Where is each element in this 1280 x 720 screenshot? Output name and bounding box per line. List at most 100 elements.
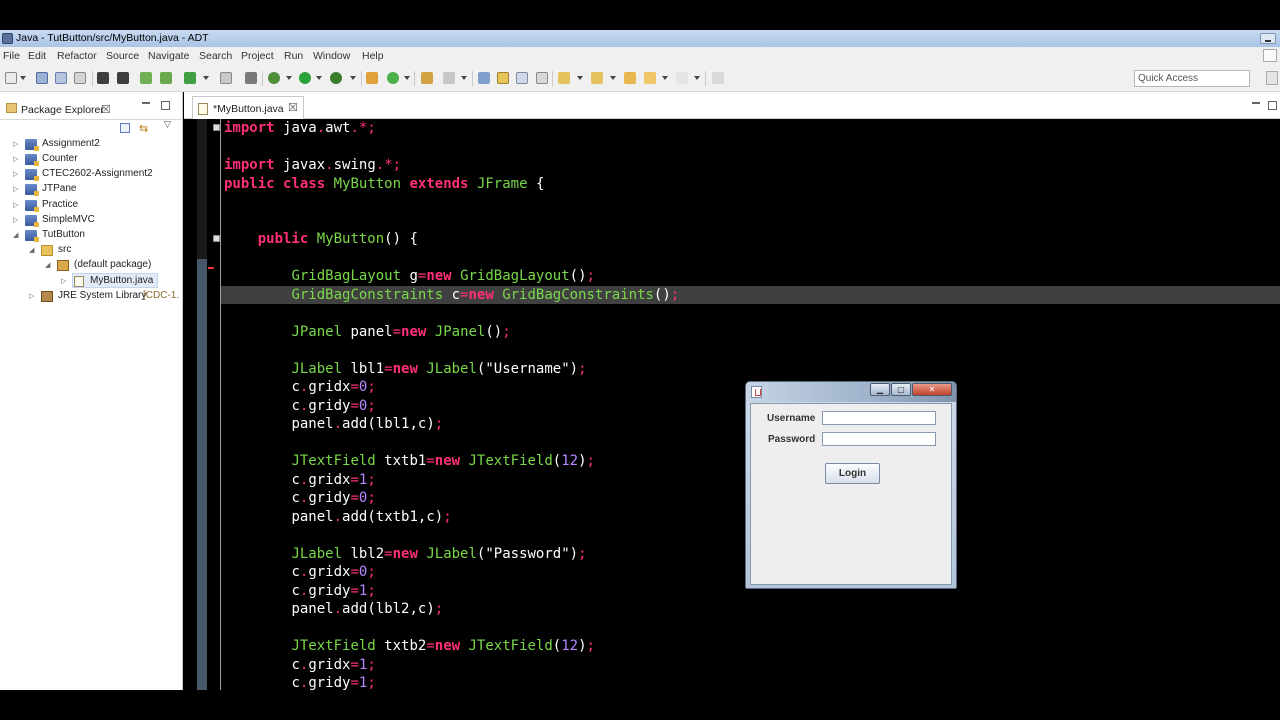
swing-close-button[interactable]: ✕ [912, 383, 952, 396]
code-line[interactable]: import javax.swing.*; [224, 156, 401, 174]
tree-item-jre-system-library[interactable]: ▷ JRE System Library [CDC-1. [0, 289, 183, 304]
expand-arrow-icon[interactable]: ▷ [13, 140, 18, 148]
check-icon[interactable] [184, 72, 196, 84]
forward-icon[interactable] [676, 72, 688, 84]
menu-navigate[interactable]: Navigate [148, 50, 189, 62]
maximize-editor-button[interactable] [1268, 101, 1277, 110]
expand-arrow-icon[interactable]: ▷ [13, 155, 18, 163]
password-field[interactable] [822, 432, 936, 446]
tree-item-practice[interactable]: ▷ Practice [0, 198, 180, 213]
last-edit-location-icon[interactable] [624, 72, 636, 84]
minimize-editor-button[interactable] [1252, 102, 1260, 104]
previous-annotation-icon[interactable] [591, 72, 603, 84]
mark-occurrences-icon[interactable] [497, 72, 509, 84]
expand-arrow-icon[interactable]: ▷ [13, 201, 18, 209]
collapse-all-icon[interactable] [120, 123, 130, 133]
open-type-icon[interactable] [421, 72, 433, 84]
menu-refactor[interactable]: Refactor [57, 50, 97, 62]
code-line[interactable]: c.gridx=1; [224, 471, 375, 489]
minimize-view-button[interactable] [142, 102, 150, 104]
code-line[interactable]: JLabel lbl1=new JLabel("Username"); [224, 360, 586, 378]
expand-arrow-icon[interactable]: ▷ [61, 277, 66, 285]
save-all-icon[interactable] [55, 72, 67, 84]
code-line[interactable]: JLabel lbl2=new JLabel("Password"); [224, 545, 586, 563]
menu-search[interactable]: Search [199, 50, 232, 62]
avd-manager-icon[interactable] [160, 72, 172, 84]
code-line[interactable]: import java.awt.*; [224, 119, 376, 137]
pin-editor-icon[interactable] [712, 72, 724, 84]
lint-icon[interactable] [220, 72, 232, 84]
code-line[interactable]: panel.add(lbl2,c); [224, 600, 443, 618]
tree-item-counter[interactable]: ▷ Counter [0, 152, 180, 167]
code-line[interactable]: public MyButton() { [224, 230, 418, 248]
code-line[interactable]: panel.add(lbl1,c); [224, 415, 443, 433]
swing-minimize-button[interactable]: ▁ [870, 383, 890, 396]
code-line[interactable]: c.gridy=1; [224, 582, 375, 600]
dropdown-arrow-icon[interactable] [404, 76, 410, 80]
tree-item-ctec2602-assignment2[interactable]: ▷ CTEC2602-Assignment2 [0, 167, 180, 182]
code-line[interactable]: c.gridy=0; [224, 397, 375, 415]
fold-toggle-icon[interactable] [213, 235, 220, 242]
upload-icon[interactable] [97, 72, 109, 84]
expand-arrow-icon[interactable]: ▷ [29, 292, 34, 300]
link-with-editor-icon[interactable]: ⇆ [139, 122, 148, 135]
tree-item-default-package[interactable]: ◢ (default package) [0, 258, 180, 273]
next-annotation-icon[interactable] [558, 72, 570, 84]
menu-file[interactable]: File [3, 50, 20, 62]
dropdown-arrow-icon[interactable] [350, 76, 356, 80]
toggle-breadcrumb-icon[interactable] [478, 72, 490, 84]
scroll-indicator[interactable] [197, 259, 207, 690]
menu-project[interactable]: Project [241, 50, 274, 62]
menu-window[interactable]: Window [313, 50, 350, 62]
code-line[interactable]: public class MyButton extends JFrame { [224, 175, 544, 193]
close-icon[interactable]: ☒ [101, 103, 111, 116]
menu-source[interactable]: Source [106, 50, 139, 62]
code-line[interactable]: c.gridx=0; [224, 378, 375, 396]
collapse-arrow-icon[interactable]: ◢ [29, 246, 34, 254]
dropdown-arrow-icon[interactable] [610, 76, 616, 80]
print-icon[interactable] [74, 72, 86, 84]
code-line[interactable]: GridBagLayout g=new GridBagLayout(); [224, 267, 595, 285]
fold-toggle-icon[interactable] [213, 124, 220, 131]
run-external-icon[interactable] [330, 72, 342, 84]
dropdown-arrow-icon[interactable] [662, 76, 668, 80]
dropdown-arrow-icon[interactable] [461, 76, 467, 80]
android-sdk-icon[interactable] [140, 72, 152, 84]
view-menu-icon[interactable]: ▽ [164, 120, 171, 130]
code-line[interactable]: JPanel panel=new JPanel(); [224, 323, 510, 341]
code-line[interactable]: c.gridx=0; [224, 563, 375, 581]
search-icon[interactable] [443, 72, 455, 84]
username-field[interactable] [822, 411, 936, 425]
show-whitespace-icon[interactable] [536, 72, 548, 84]
tab-mybutton-java[interactable]: *MyButton.java ☒ [192, 96, 304, 119]
menu-help[interactable]: Help [362, 50, 384, 62]
code-line[interactable]: panel.add(txtb1,c); [224, 508, 451, 526]
code-editor[interactable]: import java.awt.*; import javax.swing.*; p… [184, 119, 1280, 691]
tools-icon[interactable] [245, 72, 257, 84]
code-line[interactable]: c.gridy=0; [224, 489, 375, 507]
back-icon[interactable] [644, 72, 656, 84]
dropdown-arrow-icon[interactable] [694, 76, 700, 80]
tree-item-src[interactable]: ◢ src [0, 243, 180, 258]
dropdown-arrow-icon[interactable] [577, 76, 583, 80]
dropdown-arrow-icon[interactable] [286, 76, 292, 80]
dropdown-arrow-icon[interactable] [203, 76, 209, 80]
tree-item-assignment2[interactable]: ▷ Assignment2 [0, 137, 180, 152]
menu-run[interactable]: Run [284, 50, 303, 62]
new-icon[interactable] [5, 72, 17, 84]
expand-arrow-icon[interactable]: ▷ [13, 170, 18, 178]
expand-arrow-icon[interactable]: ▷ [13, 185, 18, 193]
code-line[interactable]: GridBagConstraints c=new GridBagConstrai… [224, 286, 679, 304]
error-marker-icon[interactable] [208, 267, 214, 269]
login-button[interactable]: Login [825, 463, 880, 484]
code-line[interactable]: JTextField txtb2=new JTextField(12); [224, 637, 595, 655]
menu-edit[interactable]: Edit [28, 50, 46, 62]
quick-access-input[interactable]: Quick Access [1134, 70, 1250, 87]
close-icon[interactable]: ☒ [288, 101, 298, 114]
new-class-icon[interactable] [387, 72, 399, 84]
open-perspective-button[interactable] [1266, 71, 1278, 85]
tree-item-mybutton-java[interactable]: ▷ MyButton.java [61, 273, 158, 288]
new-project-icon[interactable] [366, 72, 378, 84]
tree-item-jtpane[interactable]: ▷ JTPane [0, 182, 180, 197]
swing-maximize-button[interactable]: ▢ [891, 383, 911, 396]
